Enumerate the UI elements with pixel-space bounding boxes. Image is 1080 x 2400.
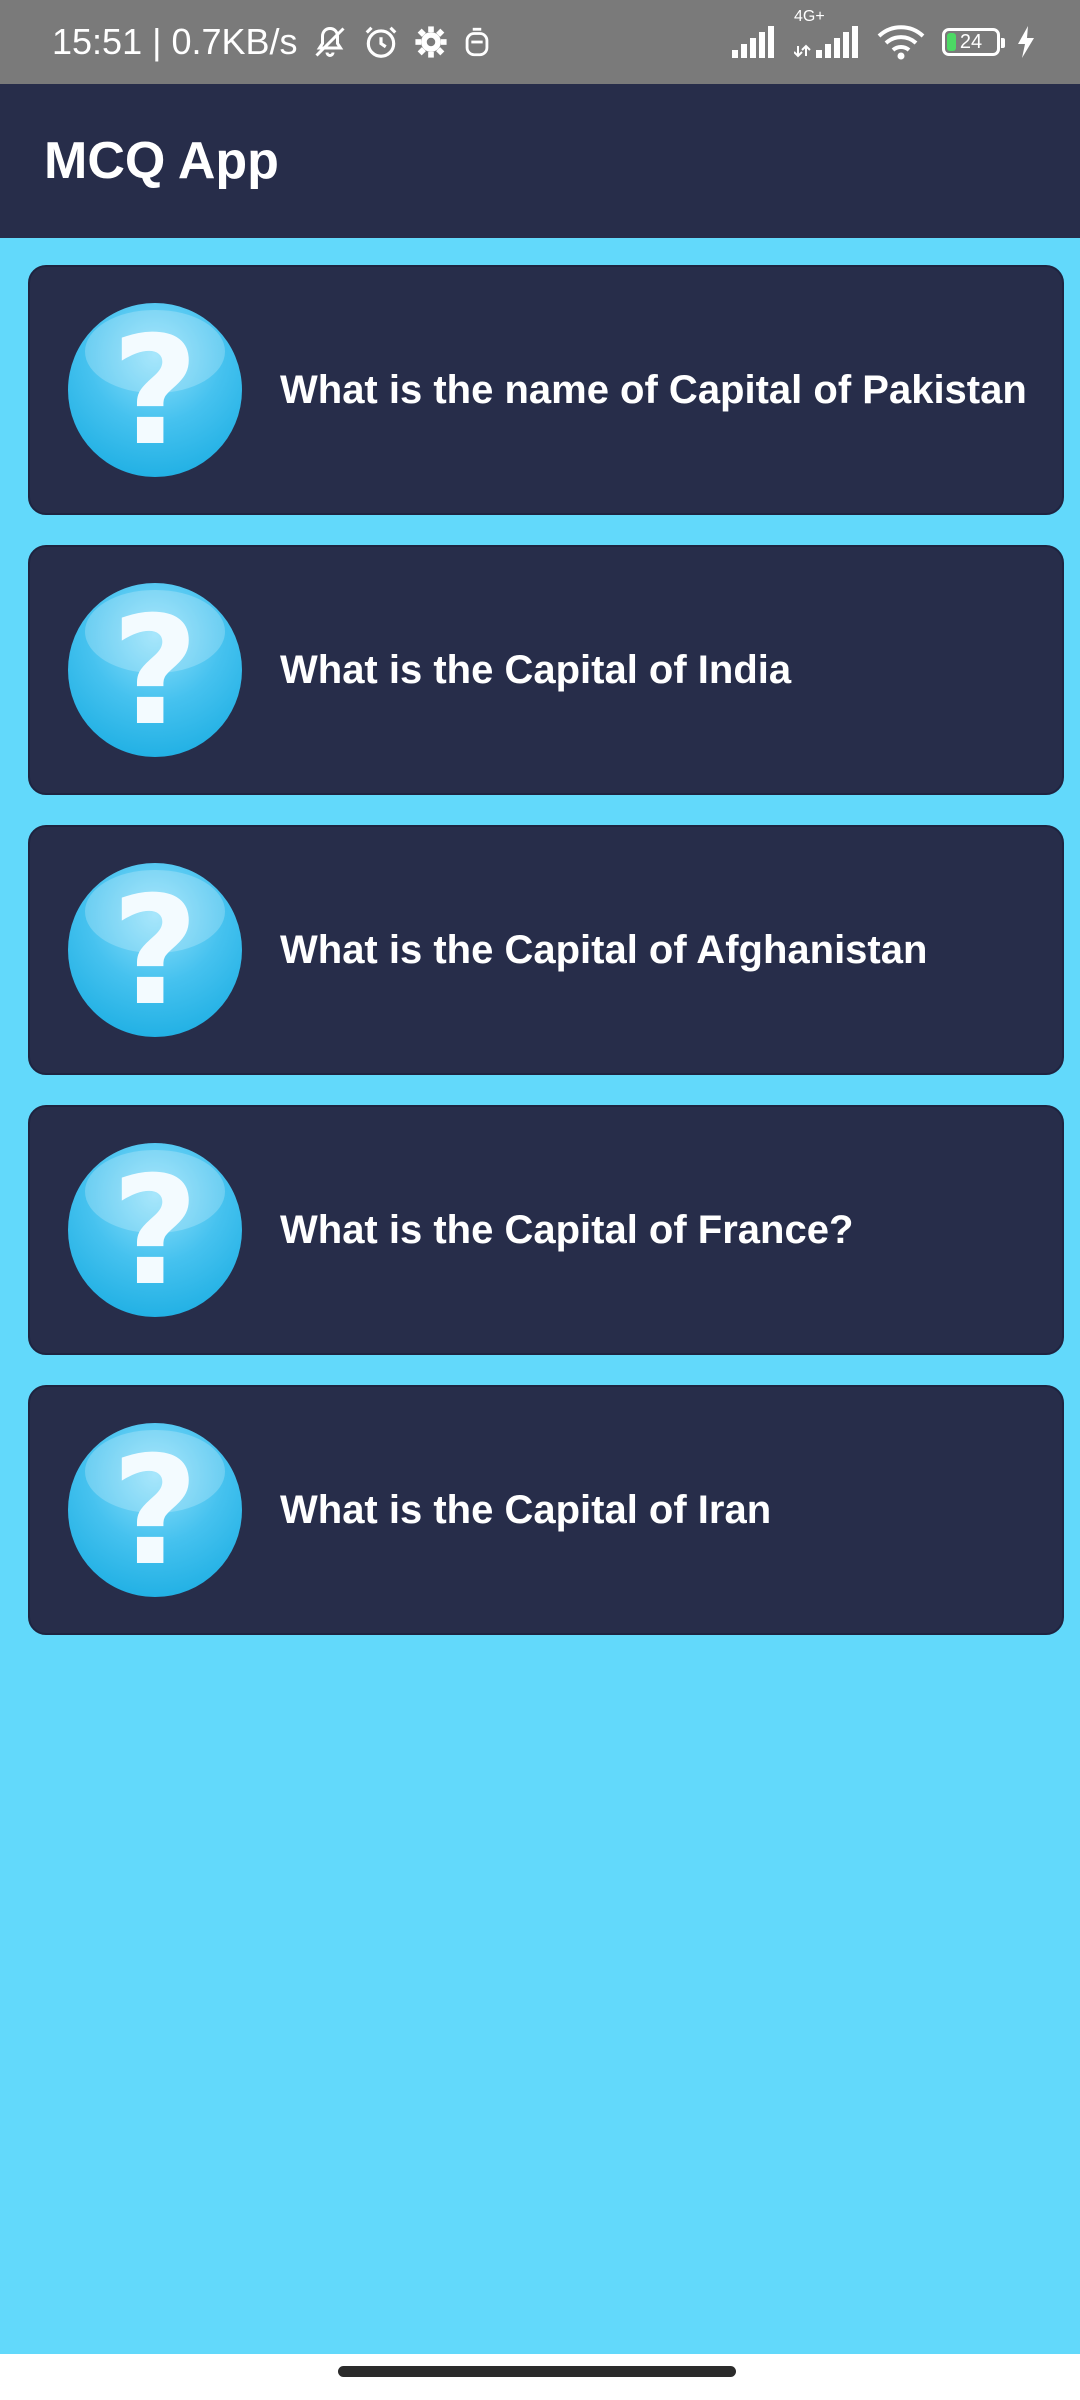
question-list: ? What is the name of Capital of Pakista… xyxy=(28,265,1064,1665)
question-card-pakistan[interactable]: ? What is the name of Capital of Pakista… xyxy=(28,265,1064,515)
question-mark-icon: ? xyxy=(68,1143,242,1317)
question-text: What is the name of Capital of Pakistan xyxy=(280,367,1027,412)
question-text: What is the Capital of India xyxy=(280,647,792,692)
wifi-icon xyxy=(876,24,926,60)
network-label: 4G+ xyxy=(794,8,825,25)
question-mark-icon: ? xyxy=(68,583,242,757)
gear-icon xyxy=(414,25,448,59)
question-card-afghanistan[interactable]: ? What is the Capital of Afghanistan xyxy=(28,825,1064,1075)
question-card-france[interactable]: ? What is the Capital of France? xyxy=(28,1105,1064,1355)
question-text: What is the Capital of Afghanistan xyxy=(280,927,928,972)
status-time-speed: 15:51 | 0.7KB/s xyxy=(52,21,298,62)
mute-bell-icon xyxy=(312,24,348,60)
signal-4g-icon: 4G+ xyxy=(794,8,860,58)
signal-icon xyxy=(730,26,778,58)
alarm-icon xyxy=(362,23,400,61)
status-bar: 15:51 | 0.7KB/s 4G+ 24 xyxy=(0,0,1080,84)
question-mark-icon: ? xyxy=(68,303,242,477)
battery-level: 24 xyxy=(959,30,983,53)
question-text: What is the Capital of Iran xyxy=(280,1487,772,1532)
question-mark-icon: ? xyxy=(68,1423,242,1597)
app-notification-icon xyxy=(462,25,492,59)
question-text: What is the Capital of France? xyxy=(280,1207,854,1252)
question-card-india[interactable]: ? What is the Capital of India xyxy=(28,545,1064,795)
app-title: MCQ App xyxy=(44,132,279,190)
battery-icon: 24 xyxy=(942,28,1005,56)
question-mark-icon: ? xyxy=(68,863,242,1037)
app-bar: MCQ App xyxy=(0,84,1080,238)
home-indicator[interactable] xyxy=(338,2366,736,2377)
charging-icon xyxy=(1016,26,1036,58)
question-card-iran[interactable]: ? What is the Capital of Iran xyxy=(28,1385,1064,1635)
navigation-bar xyxy=(0,2354,1080,2400)
